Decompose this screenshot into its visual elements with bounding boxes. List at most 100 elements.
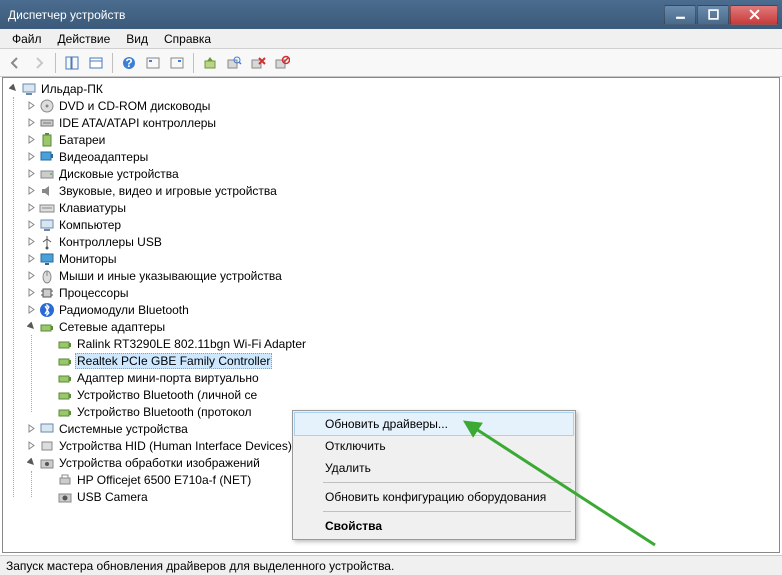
tree-item[interactable]: Батареи [25,131,779,148]
root-label: Ильдар-ПК [41,82,103,96]
menu-file[interactable]: Файл [4,30,50,48]
collapse-icon[interactable] [25,321,37,333]
tree-item-label: HP Officejet 6500 E710a-f (NET) [77,473,251,487]
camera-icon [57,489,73,505]
tree-item-label-selected: Realtek PCIe GBE Family Controller [75,353,272,369]
network-adapter-icon [57,336,73,352]
tree-item[interactable]: Контроллеры USB [25,233,779,250]
tree-item-label: Процессоры [59,286,129,300]
ctx-properties[interactable]: Свойства [295,515,573,537]
toolbar-button-b[interactable] [166,52,188,74]
tree-root[interactable]: Ильдар-ПК [7,80,779,97]
tree-item-label: IDE ATA/ATAPI контроллеры [59,116,216,130]
bluetooth-icon [39,302,55,318]
ctx-update-driver[interactable]: Обновить драйверы... [294,412,574,436]
tree-item-label: Звуковые, видео и игровые устройства [59,184,277,198]
ctx-scan-hardware[interactable]: Обновить конфигурацию оборудования [295,486,573,508]
tree-item[interactable]: Устройство Bluetooth (личной се [43,386,779,403]
network-adapter-icon [57,404,73,420]
tree-item-label: Мониторы [59,252,116,266]
disable-button[interactable] [271,52,293,74]
close-button[interactable] [730,5,778,25]
maximize-button[interactable] [697,5,729,25]
expand-icon[interactable] [25,270,37,282]
menu-action[interactable]: Действие [50,30,119,48]
tree-item[interactable]: Мыши и иные указывающие устройства [25,267,779,284]
expand-icon[interactable] [25,236,37,248]
statusbar: Запуск мастера обновления драйверов для … [0,555,782,575]
expand-icon[interactable] [25,168,37,180]
battery-icon [39,132,55,148]
menu-help[interactable]: Справка [156,30,219,48]
tree-item[interactable]: Мониторы [25,250,779,267]
tree-item-label: Клавиатуры [59,201,126,215]
collapse-icon[interactable] [7,83,19,95]
expand-icon[interactable] [25,423,37,435]
ide-icon [39,115,55,131]
status-text: Запуск мастера обновления драйверов для … [6,559,394,573]
expand-icon[interactable] [25,287,37,299]
expand-icon[interactable] [25,202,37,214]
back-button[interactable] [4,52,26,74]
tree-item-label: Устройства HID (Human Interface Devices) [59,439,292,453]
ctx-disable[interactable]: Отключить [295,435,573,457]
tree-item[interactable]: Ralink RT3290LE 802.11bgn Wi-Fi Adapter [43,335,779,352]
tree-item[interactable]: Дисковые устройства [25,165,779,182]
tree-item[interactable]: Звуковые, видео и игровые устройства [25,182,779,199]
tree-item-label: Контроллеры USB [59,235,162,249]
tree-item[interactable]: Адаптер мини-порта виртуально [43,369,779,386]
collapse-icon[interactable] [25,457,37,469]
tree-item[interactable]: IDE ATA/ATAPI контроллеры [25,114,779,131]
tree-item-label: Батареи [59,133,105,147]
svg-text:?: ? [125,56,132,70]
uninstall-button[interactable] [247,52,269,74]
tree-item[interactable]: Процессоры [25,284,779,301]
show-hide-tree-button[interactable] [61,52,83,74]
tree-item-label: Дисковые устройства [59,167,179,181]
minimize-button[interactable] [664,5,696,25]
expand-icon[interactable] [25,185,37,197]
tree-item-realtek[interactable]: Realtek PCIe GBE Family Controller [43,352,779,369]
expand-icon[interactable] [25,440,37,452]
dvd-icon [39,98,55,114]
forward-button[interactable] [28,52,50,74]
menubar: Файл Действие Вид Справка [0,29,782,49]
toolbar-button-a[interactable] [142,52,164,74]
expand-icon[interactable] [25,134,37,146]
tree-item-label: Устройство Bluetooth (личной се [77,388,257,402]
expand-icon[interactable] [25,151,37,163]
help-button[interactable]: ? [118,52,140,74]
tree-item[interactable]: Радиомодули Bluetooth [25,301,779,318]
audio-icon [39,183,55,199]
tree-item-label: Мыши и иные указывающие устройства [59,269,282,283]
tree-item[interactable]: Видеоадаптеры [25,148,779,165]
tree-item-label: USB Camera [77,490,148,504]
toolbar: ? [0,49,782,77]
network-adapter-icon [57,370,73,386]
tree-item[interactable]: DVD и CD-ROM дисководы [25,97,779,114]
expand-icon[interactable] [25,253,37,265]
expand-icon[interactable] [25,219,37,231]
tree-item-network[interactable]: Сетевые адаптеры [25,318,779,335]
expand-icon[interactable] [25,100,37,112]
printer-icon [57,472,73,488]
separator [193,53,194,73]
menu-view[interactable]: Вид [118,30,156,48]
ctx-delete[interactable]: Удалить [295,457,573,479]
tree-item-label: Адаптер мини-порта виртуально [77,371,259,385]
imaging-icon [39,455,55,471]
update-driver-button[interactable] [199,52,221,74]
expand-icon[interactable] [25,304,37,316]
computer-icon [39,217,55,233]
tree-item[interactable]: Клавиатуры [25,199,779,216]
computer-icon [21,81,37,97]
network-adapter-icon [57,387,73,403]
scan-hardware-button[interactable] [223,52,245,74]
context-menu: Обновить драйверы... Отключить Удалить О… [292,410,576,540]
properties-button[interactable] [85,52,107,74]
monitor-icon [39,251,55,267]
system-device-icon [39,421,55,437]
tree-item[interactable]: Компьютер [25,216,779,233]
usb-icon [39,234,55,250]
expand-icon[interactable] [25,117,37,129]
